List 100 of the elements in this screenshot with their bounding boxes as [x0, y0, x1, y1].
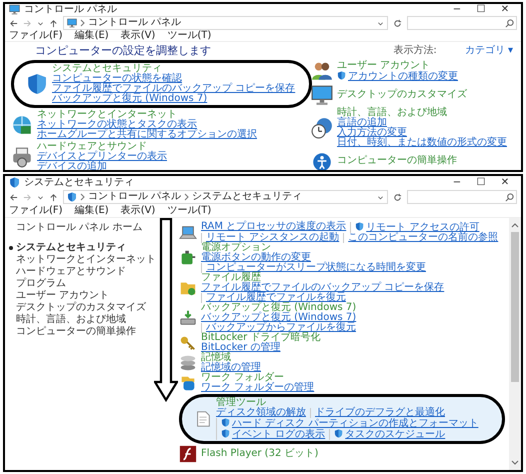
drive-icon: [179, 309, 197, 327]
category-item[interactable]: ユーザー アカウント アカウントの種類の変更: [311, 60, 458, 82]
link[interactable]: ハード ディスク パーティションの作成とフォーマット: [216, 418, 478, 429]
link[interactable]: ディスク領域の解放: [216, 408, 306, 418]
sidebar-item[interactable]: コントロール パネル ホーム: [9, 222, 142, 234]
category-title[interactable]: 記憶域: [201, 353, 265, 363]
category-title[interactable]: ユーザー アカウント: [337, 60, 458, 70]
category-title[interactable]: デスクトップのカスタマイズ: [337, 90, 467, 100]
sidebar-item[interactable]: ハードウェアとサウンド: [9, 266, 126, 278]
link[interactable]: ファイル履歴でファイルを復元: [201, 293, 346, 303]
menu-item[interactable]: 編集(E): [74, 206, 109, 216]
link[interactable]: 言語の追加: [337, 118, 507, 128]
category-title[interactable]: システムとセキュリティ: [52, 64, 296, 74]
sidebar-item[interactable]: ユーザー アカウント: [9, 290, 110, 302]
scrollbar[interactable]: [509, 218, 521, 470]
link[interactable]: デバイスとプリンターの表示: [37, 152, 167, 162]
search-field[interactable]: [407, 16, 517, 30]
breadcrumb[interactable]: システムとセキュリティ: [192, 192, 302, 202]
menu-item[interactable]: ツール(T): [167, 31, 212, 41]
minimize-button[interactable]: −: [445, 4, 469, 14]
menu-item[interactable]: 編集(E): [74, 31, 109, 41]
sidebar-item[interactable]: プログラム: [9, 278, 66, 290]
category-title[interactable]: BitLocker ドライブ暗号化: [201, 333, 320, 343]
category-item[interactable]: 時計、言語、および地域 言語の追加 入力方法の変更 日付、時刻、または数値の形式の変更: [311, 108, 507, 148]
category-item[interactable]: ネットワークとインターネット ネットワークの状態とタスクの表示 ホームグループと共有に関するオプションの選択: [11, 110, 257, 140]
link[interactable]: RAM とプロセッサの速度の表示: [201, 222, 346, 233]
back-icon[interactable]: [9, 18, 18, 28]
link[interactable]: 記憶域の管理: [201, 363, 261, 373]
link[interactable]: このコンピューターの名前の参照: [343, 233, 498, 243]
category-item[interactable]: RAM とプロセッサの速度の表示 リモート アクセスの許可 リモート アシスタンスの起動 このコンピューターの名前の参照: [179, 222, 505, 243]
link[interactable]: 入力方法の変更: [337, 128, 507, 138]
minimize-button[interactable]: −: [445, 178, 469, 188]
link[interactable]: BitLocker の管理: [201, 343, 280, 353]
menu-item[interactable]: 表示(V): [120, 31, 156, 41]
link[interactable]: コンピューターの状態を確認: [52, 74, 296, 84]
close-button[interactable]: ✕: [493, 178, 517, 188]
category-item[interactable]: デスクトップのカスタマイズ: [311, 84, 467, 106]
link[interactable]: 電源ボタンの動作の変更: [201, 253, 311, 263]
link[interactable]: ワーク フォルダーの管理: [201, 383, 314, 393]
refresh-icon[interactable]: [393, 18, 402, 28]
back-icon[interactable]: [9, 192, 18, 202]
globe-icon: [11, 114, 33, 136]
sidebar-item[interactable]: デスクトップのカスタマイズ: [9, 302, 146, 314]
search-field[interactable]: [407, 190, 517, 204]
close-button[interactable]: ✕: [493, 4, 517, 14]
category-item[interactable]: BitLocker ドライブ暗号化 BitLocker の管理: [179, 333, 320, 353]
link[interactable]: タスクのスケジュール: [329, 429, 446, 440]
link[interactable]: バックアップと復元 (Windows 7): [52, 94, 296, 104]
category-title[interactable]: Flash Player (32 ビット): [201, 449, 318, 459]
breadcrumb[interactable]: コントロール パネル: [88, 18, 182, 28]
link[interactable]: ネットワークの状態とタスクの表示: [37, 120, 257, 130]
link[interactable]: ホームグループと共有に関するオプションの選択: [37, 130, 257, 140]
up-icon[interactable]: [49, 192, 58, 202]
link[interactable]: バックアップからファイルを復元: [201, 323, 356, 333]
category-item[interactable]: 電源オプション 電源ボタンの動作の変更 コンピューターがスリープ状態になる時間を変更: [179, 243, 505, 273]
link[interactable]: ドライブのデフラグと最適化: [310, 408, 445, 418]
category-title[interactable]: ファイル履歴: [201, 273, 505, 283]
up-icon[interactable]: [49, 18, 58, 28]
link[interactable]: イベント ログの表示: [216, 429, 326, 440]
link[interactable]: 日付、時刻、または数値の形式の変更: [337, 138, 507, 148]
category-title[interactable]: ハードウェアとサウンド: [37, 142, 167, 152]
category-title[interactable]: ネットワークとインターネット: [37, 110, 257, 120]
sidebar-item[interactable]: システムとセキュリティ: [9, 242, 126, 254]
link[interactable]: ファイル履歴でファイルのバックアップ コピーを保存: [52, 84, 296, 94]
category-title[interactable]: バックアップと復元 (Windows 7): [201, 303, 505, 313]
category-item[interactable]: ハードウェアとサウンド デバイスとプリンターの表示 デバイスの追加: [11, 142, 167, 170]
address-bar[interactable]: コントロール パネル: [63, 16, 388, 30]
link[interactable]: アカウントの種類の変更: [337, 70, 458, 82]
sidebar-item[interactable]: コンピューターの簡単操作: [9, 326, 136, 338]
refresh-icon[interactable]: [393, 192, 402, 202]
link[interactable]: リモート アシスタンスの起動: [201, 233, 340, 243]
category-item[interactable]: 管理ツール ディスク領域の解放 ドライブのデフラグと最適化 ハード ディスク パーティションの作成とフォーマット イベント ログの表示 タスクのスケジュール: [179, 394, 505, 444]
address-bar[interactable]: コントロール パネル システムとセキュリティ: [63, 190, 388, 204]
category-title[interactable]: 電源オプション: [201, 243, 505, 253]
link[interactable]: バックアップと復元 (Windows 7): [201, 313, 356, 323]
menu-item[interactable]: ファイル(F): [9, 206, 63, 216]
menu-item[interactable]: 表示(V): [120, 206, 156, 216]
link[interactable]: リモート アクセスの許可: [350, 222, 480, 233]
category-title[interactable]: 時計、言語、および地域: [337, 108, 507, 118]
category-title[interactable]: ワーク フォルダー: [201, 373, 318, 383]
link[interactable]: コンピューターがスリープ状態になる時間を変更: [201, 263, 426, 273]
view-by-dropdown[interactable]: カテゴリ ▾: [464, 46, 513, 56]
maximize-button[interactable]: ☐: [469, 4, 493, 14]
category-title[interactable]: コンピューターの簡単操作: [337, 156, 457, 166]
sidebar-item[interactable]: ネットワークとインターネット: [9, 254, 156, 266]
maximize-button[interactable]: ☐: [469, 178, 493, 188]
category-item[interactable]: ワーク フォルダー ワーク フォルダーの管理: [179, 373, 318, 393]
link[interactable]: ファイル履歴でファイルのバックアップ コピーを保存: [201, 283, 444, 293]
sidebar-item[interactable]: 時計、言語、および地域: [9, 314, 126, 326]
category-item[interactable]: バックアップと復元 (Windows 7) バックアップと復元 (Windows 7) バックアップからファイルを復元: [179, 303, 505, 333]
breadcrumb[interactable]: コントロール パネル: [88, 192, 182, 202]
category-item[interactable]: ファイル履歴 ファイル履歴でファイルのバックアップ コピーを保存 ファイル履歴でファイルを復元: [179, 273, 505, 303]
category-item[interactable]: 記憶域 記憶域の管理: [179, 353, 265, 373]
menu-item[interactable]: ツール(T): [167, 206, 212, 216]
menu-item[interactable]: ファイル(F): [9, 31, 63, 41]
category-title[interactable]: 管理ツール: [216, 398, 488, 408]
link[interactable]: デバイスの追加: [37, 162, 167, 170]
category-item[interactable]: コンピューターの簡単操作: [311, 150, 457, 170]
category-item[interactable]: Flash Player (32 ビット): [179, 445, 318, 463]
category-item[interactable]: システムとセキュリティ コンピューターの状態を確認 ファイル履歴でファイルのバックアップ コピーを保存 バックアップと復元 (Windows 7): [11, 60, 312, 108]
